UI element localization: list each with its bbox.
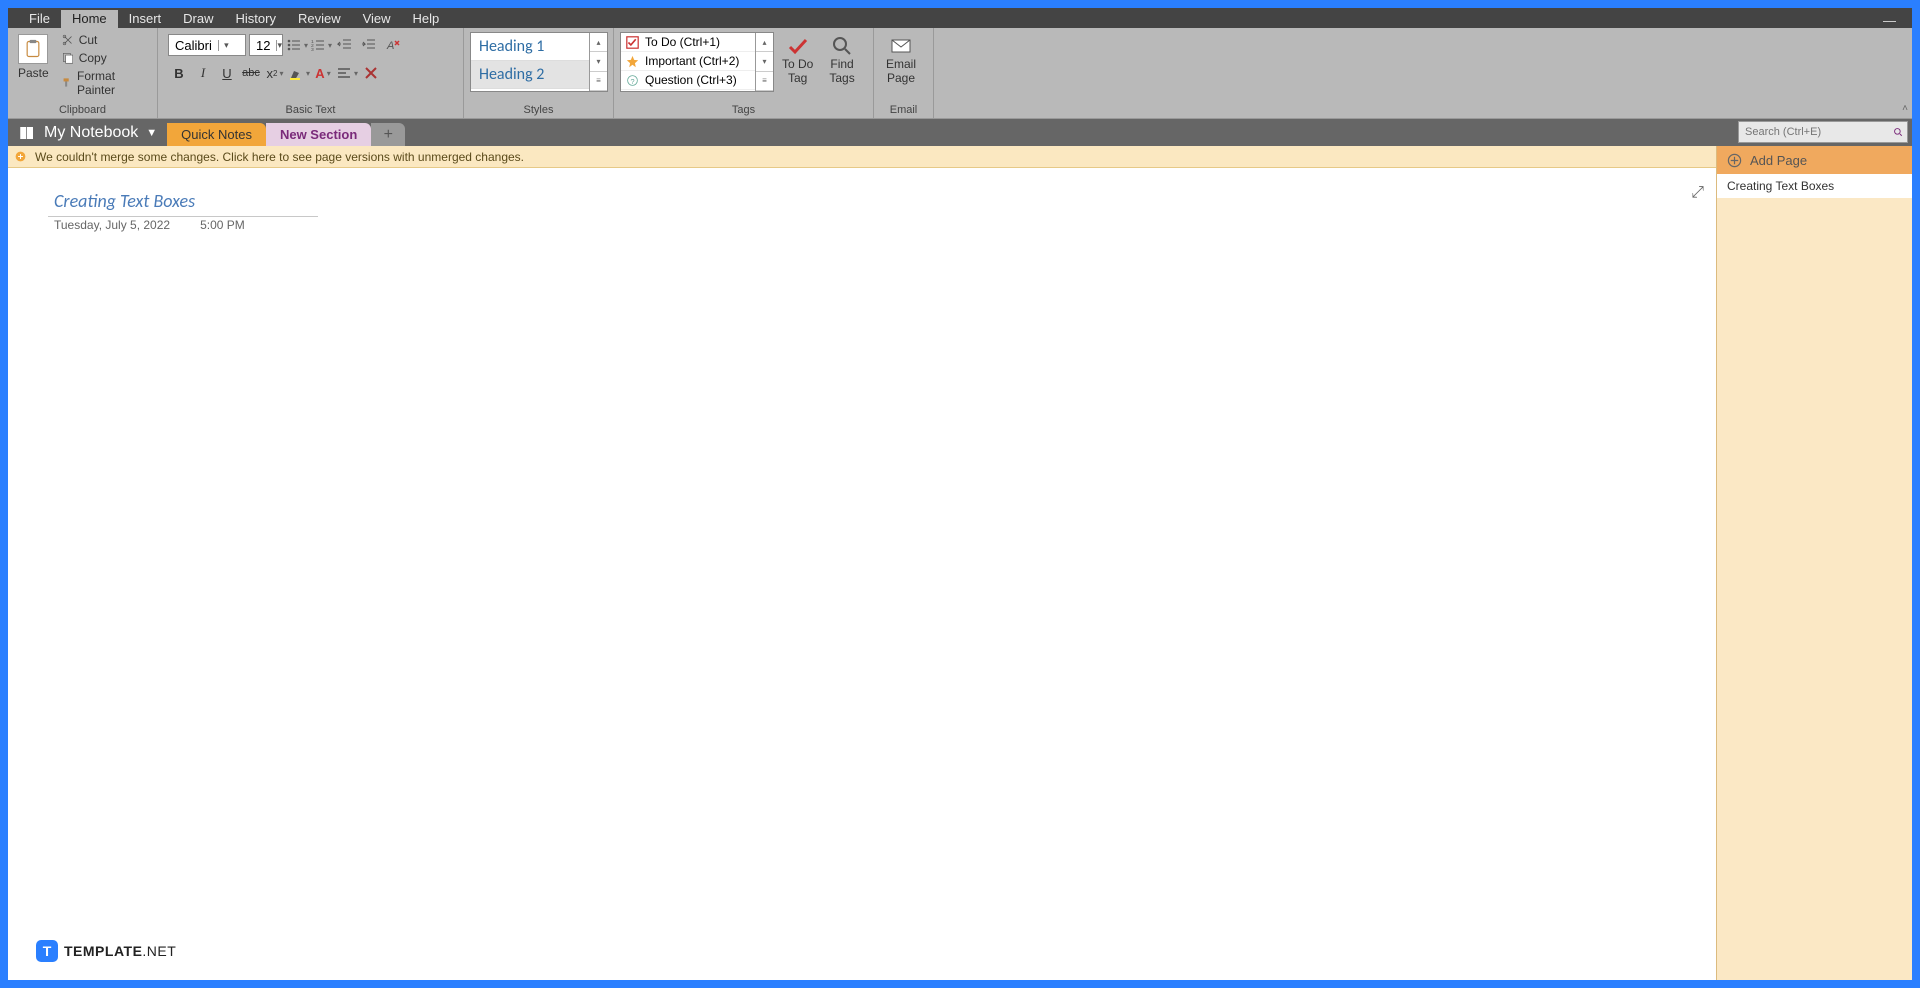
paste-button[interactable]: Paste xyxy=(12,30,55,80)
styles-group-label: Styles xyxy=(468,103,609,118)
warning-icon xyxy=(14,150,27,163)
menu-file[interactable]: File xyxy=(18,10,61,28)
basic-text-group-label: Basic Text xyxy=(162,103,459,118)
copy-icon xyxy=(61,51,75,65)
menu-bar: File Home Insert Draw History Review Vie… xyxy=(8,8,1912,28)
highlight-button[interactable] xyxy=(288,62,310,84)
scissors-icon xyxy=(61,33,75,47)
tags-gallery[interactable]: To Do (Ctrl+1) Important (Ctrl+2) ?Quest… xyxy=(620,32,774,92)
bold-button[interactable]: B xyxy=(168,62,190,84)
tag-question[interactable]: ?Question (Ctrl+3) xyxy=(621,71,755,90)
menu-draw[interactable]: Draw xyxy=(172,10,224,28)
indent-button[interactable] xyxy=(358,34,380,56)
style-heading2[interactable]: Heading 2 xyxy=(471,61,589,89)
add-section-button[interactable]: + xyxy=(371,123,405,146)
strikethrough-button[interactable]: abc xyxy=(240,62,262,84)
minimize-icon[interactable]: — xyxy=(1867,13,1912,28)
expand-icon[interactable]: ⤢ xyxy=(1691,184,1704,202)
search-input[interactable] xyxy=(1739,126,1893,138)
font-size-combo[interactable]: 12▾ xyxy=(249,34,283,56)
clipboard-icon xyxy=(18,34,48,64)
collapse-ribbon-button[interactable]: ˄ xyxy=(1902,103,1908,114)
page-time: 5:00 PM xyxy=(200,218,245,232)
menu-help[interactable]: Help xyxy=(402,10,451,28)
subscript-button[interactable]: x2 xyxy=(264,62,286,84)
todo-tag-button[interactable]: To DoTag xyxy=(774,30,821,86)
note-canvas[interactable]: We couldn't merge some changes. Click he… xyxy=(8,146,1716,980)
menu-home[interactable]: Home xyxy=(61,10,118,28)
font-color-button[interactable]: A xyxy=(312,62,334,84)
styles-scrollbar[interactable]: ▴▾≡ xyxy=(589,33,607,91)
delete-button[interactable] xyxy=(360,62,382,84)
tag-todo[interactable]: To Do (Ctrl+1) xyxy=(621,33,755,52)
styles-gallery[interactable]: Heading 1 Heading 2 ▴▾≡ xyxy=(470,32,608,92)
section-tab-quick-notes[interactable]: Quick Notes xyxy=(167,123,266,146)
page-list-item[interactable]: Creating Text Boxes xyxy=(1717,174,1912,198)
find-tags-button[interactable]: FindTags xyxy=(821,30,862,86)
page-meta: Tuesday, July 5, 2022 5:00 PM xyxy=(54,218,245,232)
svg-text:3: 3 xyxy=(311,47,314,53)
numbering-button[interactable]: 123 xyxy=(310,34,332,56)
search-icon xyxy=(1893,125,1903,139)
ribbon: Paste Cut Copy Format Painter xyxy=(8,28,1912,119)
page-date: Tuesday, July 5, 2022 xyxy=(54,218,170,232)
tags-group-label: Tags xyxy=(618,103,869,118)
underline-button[interactable]: U xyxy=(216,62,238,84)
cut-button[interactable]: Cut xyxy=(59,32,149,48)
menu-review[interactable]: Review xyxy=(287,10,352,28)
add-page-button[interactable]: Add Page xyxy=(1717,146,1912,174)
tag-important[interactable]: Important (Ctrl+2) xyxy=(621,52,755,71)
merge-warning-bar[interactable]: We couldn't merge some changes. Click he… xyxy=(8,146,1716,168)
menu-view[interactable]: View xyxy=(352,10,402,28)
logo-icon: T xyxy=(36,940,58,962)
font-name-combo[interactable]: Calibri▾ xyxy=(168,34,246,56)
notebook-icon xyxy=(18,124,36,142)
notebook-dropdown[interactable]: My Notebook ▼ xyxy=(8,119,167,146)
menu-insert[interactable]: Insert xyxy=(118,10,173,28)
copy-button[interactable]: Copy xyxy=(59,50,149,66)
checkmark-icon xyxy=(786,34,810,58)
email-group-label: Email xyxy=(878,103,929,118)
tags-scrollbar[interactable]: ▴▾≡ xyxy=(755,33,773,91)
page-list-panel: Add Page Creating Text Boxes xyxy=(1716,146,1912,980)
italic-button[interactable]: I xyxy=(192,62,214,84)
align-button[interactable] xyxy=(336,62,358,84)
svg-text:?: ? xyxy=(630,76,634,85)
svg-text:A: A xyxy=(386,40,394,52)
page-title-field[interactable]: Creating Text Boxes xyxy=(48,188,318,217)
clear-formatting-button[interactable]: A xyxy=(382,34,404,56)
plus-circle-icon xyxy=(1727,153,1742,168)
bullets-button[interactable] xyxy=(286,34,308,56)
search-icon xyxy=(830,34,854,58)
section-tab-new-section[interactable]: New Section xyxy=(266,123,371,146)
search-box[interactable] xyxy=(1738,121,1908,143)
envelope-icon xyxy=(889,34,913,58)
outdent-button[interactable] xyxy=(334,34,356,56)
email-page-button[interactable]: EmailPage xyxy=(878,30,924,86)
watermark: T TEMPLATE.NET xyxy=(36,940,176,962)
style-heading1[interactable]: Heading 1 xyxy=(471,33,589,61)
paintbrush-icon xyxy=(61,76,73,90)
menu-history[interactable]: History xyxy=(225,10,287,28)
clipboard-group-label: Clipboard xyxy=(12,103,153,118)
format-painter-button[interactable]: Format Painter xyxy=(59,68,149,98)
section-tabs-bar: My Notebook ▼ Quick Notes New Section + xyxy=(8,119,1912,146)
